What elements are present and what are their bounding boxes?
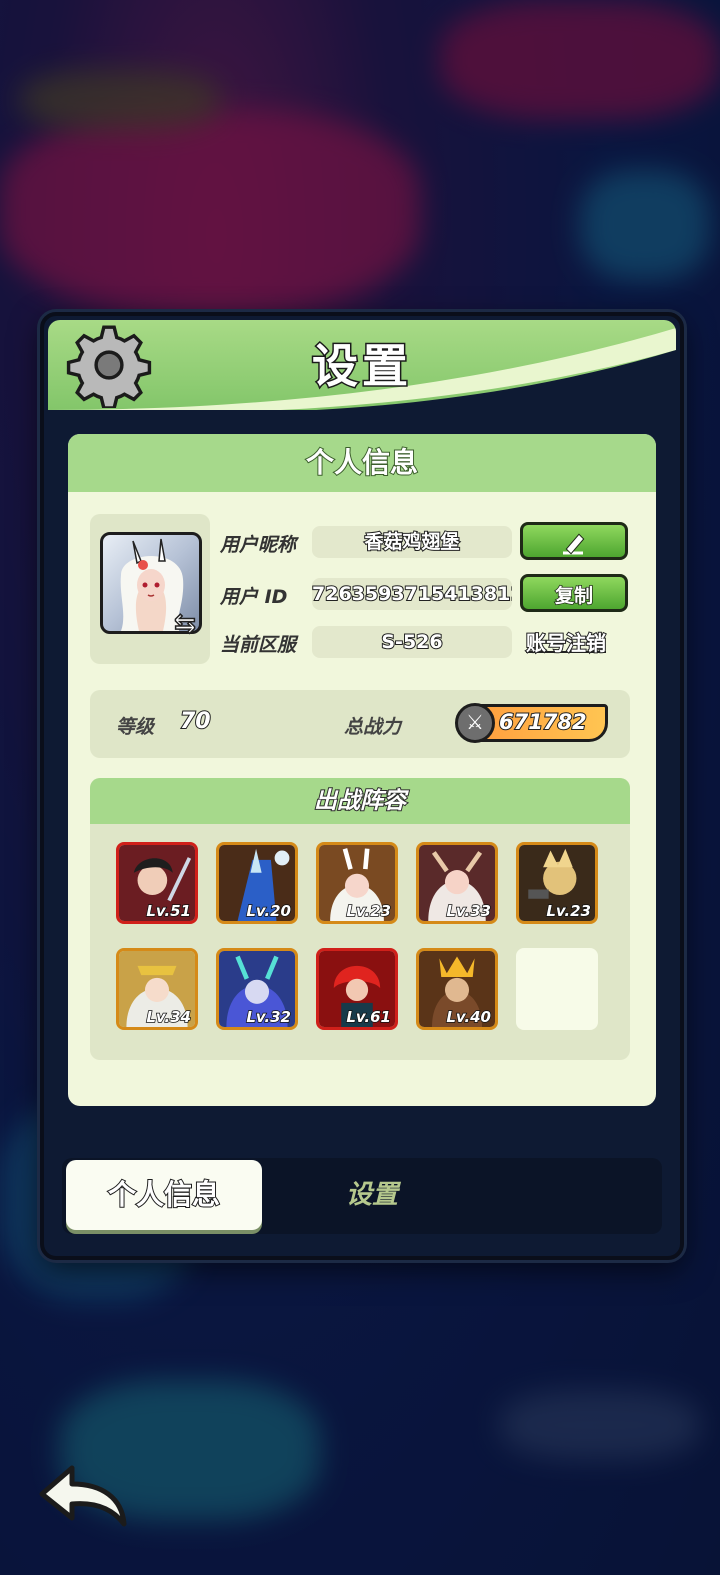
avatar-container[interactable]: ⇆ [90,514,210,664]
hero-level: Lv.32 [246,1007,292,1027]
hero-slot[interactable]: Lv.51 [116,842,198,924]
hero-slot[interactable]: Lv.33 [416,842,498,924]
section-title: 个人信息 [68,434,656,492]
settings-panel: 设置 个人信息 ⇆ 用户昵称 香菇鸡翅堡 用户 ID 7263593715413… [40,312,684,1260]
nickname-value: 香菇鸡翅堡 [312,526,512,558]
hero-slot[interactable]: Lv.23 [316,842,398,924]
user-id-value: 72635937154138113 [312,578,512,610]
stats-bar: 等级 70 总战力 ⚔ 671782 [90,690,630,758]
server-value: S-526 [312,626,512,658]
hero-slot[interactable]: Lv.23 [516,842,598,924]
user-id-label: 用户 ID [220,586,288,608]
nickname-label: 用户昵称 [220,534,297,556]
personal-info-card: 个人信息 ⇆ 用户昵称 香菇鸡翅堡 用户 ID 726359371541381 … [68,434,656,1106]
hero-level: Lv.20 [246,901,292,921]
hero-slot[interactable]: Lv.32 [216,948,298,1030]
hero-level: Lv.40 [446,1007,492,1027]
level-label: 等级 [116,716,155,738]
hero-level: Lv.34 [146,1007,192,1027]
hero-level: Lv.23 [546,901,592,921]
power-label: 总战力 [344,716,402,738]
tab-personal-info[interactable]: 个人信息 [66,1160,262,1230]
hero-level: Lv.61 [346,1007,392,1027]
hero-level: Lv.51 [146,901,192,921]
crossed-swords-icon: ⚔ [455,703,495,743]
panel-header: 设置 [48,320,676,410]
switch-avatar-icon[interactable]: ⇆ [173,608,204,640]
level-value: 70 [179,708,212,735]
edit-nickname-button[interactable] [520,522,628,560]
back-arrow-icon[interactable] [36,1460,132,1532]
tab-settings[interactable]: 设置 [274,1160,470,1230]
hero-level: Lv.23 [346,901,392,921]
panel-tab-bar: 个人信息 设置 [62,1158,662,1234]
battle-lineup: 出战阵容 Lv.51 Lv.20 Lv.23 Lv.33 Lv.23 Lv.34… [90,778,630,1060]
hero-slot[interactable]: Lv.20 [216,842,298,924]
power-badge: ⚔ 671782 [455,703,608,743]
empty-hero-slot[interactable] [516,948,598,1030]
panel-title: 设置 [311,338,412,395]
copy-id-button[interactable]: 复制 [520,574,628,612]
hero-level: Lv.33 [446,901,492,921]
server-label: 当前区服 [220,634,297,656]
power-value: 671782 [498,709,588,735]
hero-slot[interactable]: Lv.61 [316,948,398,1030]
hero-slot[interactable]: Lv.34 [116,948,198,1030]
lineup-title: 出战阵容 [90,778,630,824]
pencil-icon [563,533,585,555]
hero-slot[interactable]: Lv.40 [416,948,498,1030]
account-cancel-link[interactable]: 账号注销 [525,627,607,656]
